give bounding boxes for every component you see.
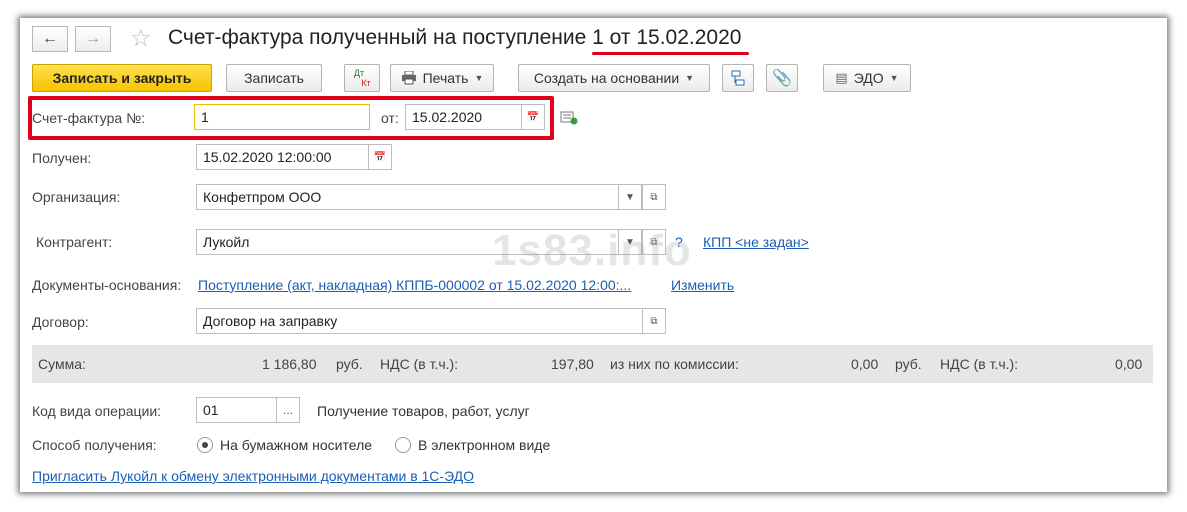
summary-bar: Сумма: 1 186,80 руб. НДС (в т.ч.): 197,8… xyxy=(32,345,1153,383)
edo-label: ЭДО xyxy=(853,70,884,86)
vat-value: 197,80 xyxy=(551,356,594,372)
chevron-down-icon[interactable]: ▼ xyxy=(618,184,642,210)
attachment-button[interactable]: 📎 xyxy=(766,64,798,92)
back-button[interactable]: ← xyxy=(32,26,68,52)
received-datetime-input[interactable]: 15.02.2020 12:00:00 xyxy=(196,144,370,170)
sum-label: Сумма: xyxy=(38,356,86,372)
printer-icon xyxy=(401,71,416,85)
structure-button[interactable] xyxy=(722,64,754,92)
save-button[interactable]: Записать xyxy=(226,64,322,92)
radio-paper-label[interactable]: На бумажном носителе xyxy=(220,437,372,453)
watermark: 1s83.info xyxy=(492,226,692,275)
radio-electronic[interactable] xyxy=(395,437,411,453)
chevron-down-icon: ▼ xyxy=(889,73,899,83)
invite-edo-link[interactable]: Пригласить Лукойл к обмену электронными … xyxy=(32,468,474,484)
change-link[interactable]: Изменить xyxy=(671,277,734,293)
dt-label: Дт xyxy=(353,68,365,78)
radio-paper[interactable] xyxy=(197,437,213,453)
contractor-label: Контрагент: xyxy=(36,234,113,250)
organization-label: Организация: xyxy=(32,189,121,205)
save-close-button[interactable]: Записать и закрыть xyxy=(32,64,212,92)
create-based-label: Создать на основании xyxy=(533,70,680,86)
organization-input[interactable]: Конфетпром ООО xyxy=(196,184,620,210)
forward-button[interactable]: → xyxy=(75,26,111,52)
sum-currency: руб. xyxy=(336,356,363,372)
operation-description: Получение товаров, работ, услуг xyxy=(317,403,530,419)
print-label: Печать xyxy=(422,70,469,86)
chevron-down-icon: ▼ xyxy=(685,73,695,83)
kt-label: Кт xyxy=(361,78,371,88)
receipt-method-label: Способ получения: xyxy=(32,437,157,453)
arrow-right-icon: → xyxy=(85,30,101,47)
contract-label: Договор: xyxy=(32,314,89,330)
sum-value: 1 186,80 xyxy=(262,356,317,372)
select-ellipsis-button[interactable]: ... xyxy=(276,397,300,423)
page-title: Счет-фактура полученный на поступление 1… xyxy=(168,26,741,50)
operation-code-label: Код вида операции: xyxy=(32,403,162,419)
document-window: ← → ☆ Счет-фактура полученный на поступл… xyxy=(20,18,1167,492)
open-icon[interactable]: ⧉ xyxy=(642,308,666,334)
edo-button[interactable]: ▤ ЭДО ▼ xyxy=(823,64,911,92)
journal-icon[interactable] xyxy=(560,111,578,128)
title-number: 1 от 15.02.2020 xyxy=(592,26,742,49)
hierarchy-icon xyxy=(731,70,745,86)
favorite-star-icon[interactable]: ☆ xyxy=(130,24,152,53)
calendar-icon[interactable]: 📅 xyxy=(368,144,392,170)
commission-currency: руб. xyxy=(895,356,922,372)
radio-electronic-label[interactable]: В электронном виде xyxy=(418,437,550,453)
received-label: Получен: xyxy=(32,150,92,166)
paperclip-icon: 📎 xyxy=(772,70,792,87)
open-icon[interactable]: ⧉ xyxy=(642,184,666,210)
arrow-left-icon: ← xyxy=(42,30,58,47)
base-docs-label: Документы-основания: xyxy=(32,277,182,293)
commission-label: из них по комиссии: xyxy=(610,356,739,372)
vat-label: НДС (в т.ч.): xyxy=(380,356,459,372)
dt-kt-button[interactable]: Дт Кт xyxy=(344,64,380,92)
print-button[interactable]: Печать ▼ xyxy=(390,64,494,92)
commission-vat-value: 0,00 xyxy=(1115,356,1143,372)
contract-input[interactable]: Договор на заправку xyxy=(196,308,644,334)
kpp-link[interactable]: КПП <не задан> xyxy=(703,234,809,250)
operation-code-input[interactable]: 01 xyxy=(196,397,278,423)
edo-icon: ▤ xyxy=(835,70,848,85)
chevron-down-icon: ▼ xyxy=(474,73,484,83)
invoice-highlight-frame xyxy=(28,96,554,140)
commission-value: 0,00 xyxy=(851,356,879,372)
commission-vat-label: НДС (в т.ч.): xyxy=(940,356,1019,372)
base-docs-link[interactable]: Поступление (акт, накладная) КППБ-000002… xyxy=(198,277,631,293)
create-based-button[interactable]: Создать на основании ▼ xyxy=(518,64,710,92)
title-prefix: Счет-фактура полученный на поступление xyxy=(168,26,587,49)
